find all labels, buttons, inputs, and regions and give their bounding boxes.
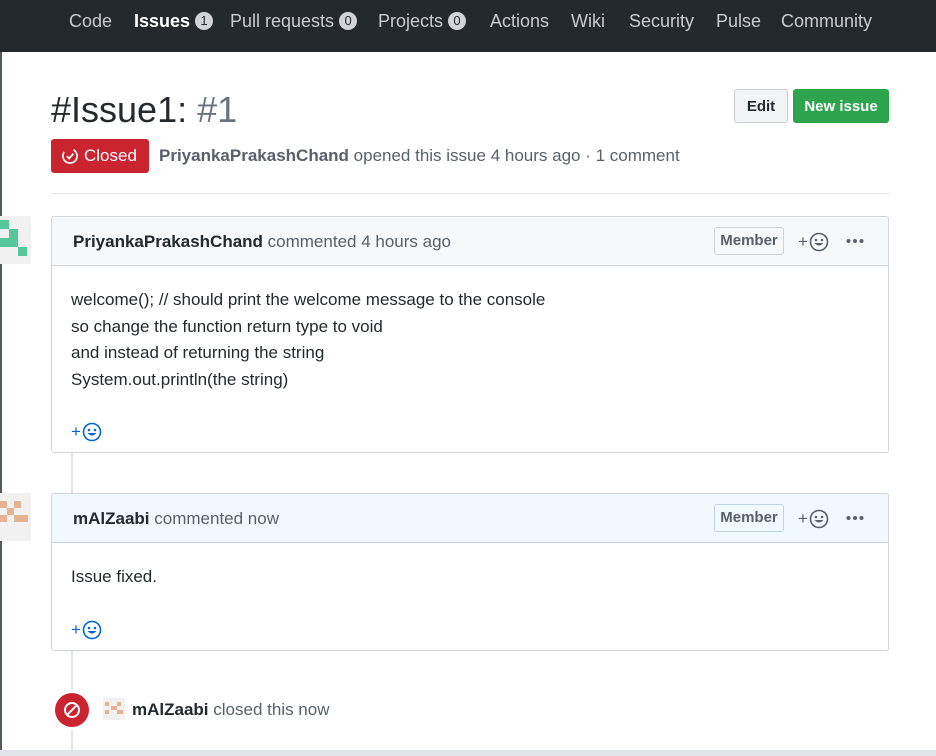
tab-label: Pull requests [230, 10, 335, 31]
issue-closed-icon [61, 147, 79, 165]
comment-reaction-button[interactable]: + [71, 620, 102, 640]
issue-meta-text: opened this issue 4 hours ago · 1 commen… [353, 146, 680, 165]
tab-label: Issues [134, 10, 191, 31]
comment-body: Issue fixed. [71, 564, 157, 591]
tab-pull-requests[interactable]: Pull requests 0 [230, 10, 358, 32]
comment-header: mAlZaabi commented now Member + [52, 494, 888, 543]
avatar[interactable] [0, 216, 31, 264]
pull-requests-counter: 0 [339, 12, 358, 30]
comment-author-link[interactable]: mAlZaabi [73, 509, 150, 528]
plus-sign: + [798, 232, 808, 251]
tab-label: Wiki [571, 10, 605, 31]
page: Code Issues 1 Pull requests 0 Projects 0… [0, 0, 936, 756]
comment-line: welcome(); // should print the welcome m… [71, 290, 546, 309]
plus-sign: + [798, 509, 808, 528]
projects-counter: 0 [448, 12, 467, 30]
tab-label: Code [69, 10, 113, 31]
tab-issues[interactable]: Issues 1 [134, 10, 214, 32]
tab-label: Community [781, 10, 873, 31]
comment-heading: mAlZaabi commented now [73, 509, 279, 529]
tab-community[interactable]: Community [781, 10, 872, 32]
smiley-icon [809, 509, 829, 529]
comment-header: PriyankaPrakashChand commented 4 hours a… [52, 217, 888, 266]
avatar[interactable] [103, 698, 125, 720]
tab-label: Actions [490, 10, 550, 31]
issues-counter: 1 [195, 12, 214, 30]
comment-line: so change the function return type to vo… [71, 316, 383, 336]
new-issue-button[interactable]: New issue [793, 89, 889, 123]
event-author-link[interactable]: mAlZaabi [132, 700, 209, 719]
comment-line: and instead of returning the string [71, 343, 325, 362]
tab-actions[interactable]: Actions [490, 10, 549, 32]
comment-line: Issue fixed. [71, 567, 157, 586]
issue-title-text: #Issue1: [51, 89, 188, 130]
header-divider [51, 193, 889, 194]
tab-pulse[interactable]: Pulse [716, 10, 761, 32]
issue-title: #Issue1: #1 [51, 88, 237, 132]
tab-code[interactable]: Code [69, 10, 112, 32]
tab-projects[interactable]: Projects 0 [378, 10, 467, 32]
kebab-horizontal-icon[interactable] [844, 231, 866, 251]
comment-heading: PriyankaPrakashChand commented 4 hours a… [73, 232, 451, 252]
member-badge: Member [714, 504, 784, 532]
avatar[interactable] [0, 493, 31, 541]
issue-number: #1 [197, 89, 238, 130]
kebab-horizontal-icon[interactable] [844, 508, 866, 528]
comment-timestamp[interactable]: commented now [154, 509, 279, 528]
timeline-footer [0, 750, 936, 756]
issue-author-link[interactable]: PriyankaPrakashChand [159, 146, 349, 165]
add-reaction-button[interactable]: + [798, 232, 829, 252]
comment-reaction-button[interactable]: + [71, 422, 102, 442]
closed-event-text: mAlZaabi closed this now [132, 700, 330, 720]
comment-author-link[interactable]: PriyankaPrakashChand [73, 232, 263, 251]
comment: PriyankaPrakashChand commented 4 hours a… [51, 216, 889, 453]
smiley-icon [82, 620, 102, 640]
tab-wiki[interactable]: Wiki [571, 10, 605, 32]
comment-line: System.out.println(the string) [71, 369, 289, 389]
closed-event-badge [52, 690, 92, 730]
plus-sign: + [71, 620, 81, 639]
member-badge: Member [714, 227, 784, 255]
tab-security[interactable]: Security [629, 10, 694, 32]
window-edge [0, 0, 2, 756]
circle-slash-icon [55, 693, 89, 727]
repo-nav: Code Issues 1 Pull requests 0 Projects 0… [0, 0, 936, 52]
state-badge: Closed [51, 139, 149, 173]
tab-label: Projects [378, 10, 444, 31]
comment: mAlZaabi commented now Member + Issue fi… [51, 493, 889, 651]
tab-label: Pulse [716, 10, 762, 31]
add-reaction-button[interactable]: + [798, 509, 829, 529]
plus-sign: + [71, 422, 81, 441]
comment-timestamp[interactable]: commented 4 hours ago [268, 232, 451, 251]
issue-meta: PriyankaPrakashChand opened this issue 4… [159, 146, 680, 166]
smiley-icon [809, 232, 829, 252]
edit-button[interactable]: Edit [734, 89, 788, 123]
tab-label: Security [629, 10, 695, 31]
state-label: Closed [84, 146, 137, 165]
smiley-icon [82, 422, 102, 442]
event-action: closed this now [213, 700, 330, 719]
comment-body: welcome(); // should print the welcome m… [71, 287, 545, 393]
